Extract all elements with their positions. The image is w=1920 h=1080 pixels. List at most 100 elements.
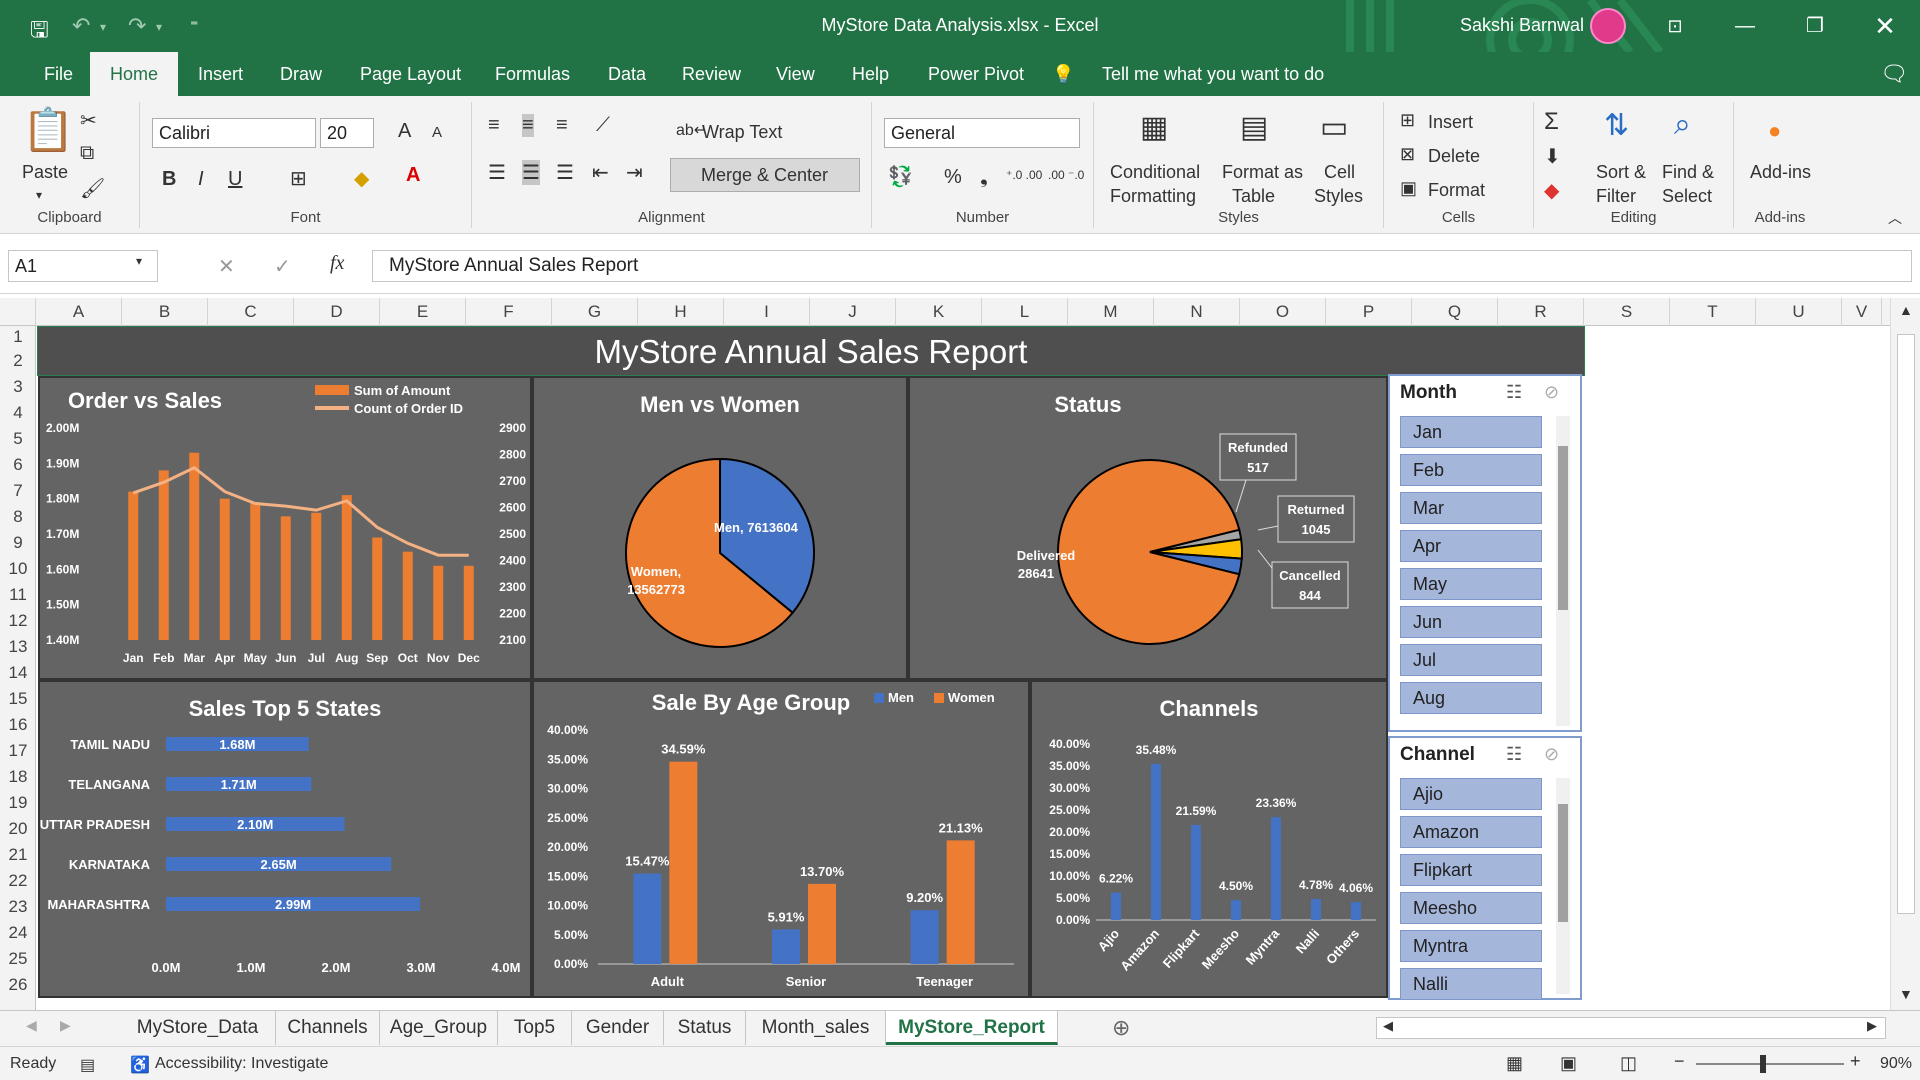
align-top-icon[interactable]: ≡ — [488, 114, 500, 137]
column-header[interactable]: S — [1584, 298, 1670, 326]
conditional-formatting-button-2[interactable]: Formatting — [1110, 186, 1196, 207]
sheet-tab[interactable]: Top5 — [498, 1011, 572, 1045]
fill-icon[interactable]: ⬇ — [1544, 144, 1561, 169]
column-header[interactable]: E — [380, 298, 466, 326]
cut-icon[interactable]: ✂ — [80, 108, 97, 133]
number-format-select[interactable]: General — [884, 118, 1080, 148]
row-header[interactable]: 21 — [0, 842, 36, 868]
paste-button[interactable]: Paste — [22, 162, 68, 183]
scroll-down-icon[interactable]: ▼ — [1899, 986, 1913, 1002]
tab-file[interactable]: File — [24, 52, 93, 96]
row-header[interactable]: 1 — [0, 326, 36, 348]
chart-sales-top5-states[interactable]: Sales Top 5 States TAMIL NADU 1.68M TELANG… — [38, 680, 532, 998]
next-sheet-icon[interactable]: ▶ — [60, 1017, 71, 1034]
zoom-in-button[interactable]: + — [1850, 1051, 1861, 1072]
horizontal-scrollbar[interactable]: ◀ ▶ — [1376, 1017, 1886, 1039]
column-header[interactable]: B — [122, 298, 208, 326]
underline-button[interactable]: U — [228, 168, 242, 191]
bold-button[interactable]: B — [162, 168, 176, 191]
decrease-decimal-button[interactable]: .00 ⁻.0 — [1048, 168, 1084, 182]
row-header[interactable]: 18 — [0, 764, 36, 790]
row-header[interactable]: 6 — [0, 452, 36, 478]
cell-styles-button[interactable]: Cell — [1324, 162, 1355, 183]
sort-filter-button-2[interactable]: Filter — [1596, 186, 1636, 207]
slicer-month-scrollbar[interactable] — [1556, 416, 1570, 726]
row-header[interactable]: 14 — [0, 660, 36, 686]
decrease-indent-icon[interactable]: ⇤ — [592, 160, 609, 185]
tab-data[interactable]: Data — [588, 52, 666, 96]
font-size-select[interactable]: 20 — [320, 118, 374, 148]
accounting-format-icon[interactable]: 💱 — [888, 164, 913, 189]
addins-icon[interactable]: ● — [1768, 118, 1781, 144]
row-header[interactable]: 25 — [0, 946, 36, 972]
tab-page-layout[interactable]: Page Layout — [340, 52, 481, 96]
cell-styles-button-2[interactable]: Styles — [1314, 186, 1363, 207]
row-header[interactable]: 26 — [0, 972, 36, 998]
font-name-select[interactable]: Calibri — [152, 118, 316, 148]
align-middle-icon[interactable]: ≡ — [522, 114, 534, 137]
slicer-month[interactable]: Month ☷ ⊘ Jan Feb Mar Apr May Jun Jul Aug — [1388, 374, 1582, 732]
slicer-item-month[interactable]: Mar — [1400, 492, 1542, 524]
slicer-item-month[interactable]: Aug — [1400, 682, 1542, 714]
fill-color-icon[interactable]: ◆ — [354, 166, 369, 191]
row-header[interactable]: 23 — [0, 894, 36, 920]
save-icon[interactable]: 🖫 — [30, 13, 49, 51]
format-as-table-icon[interactable]: ▤ — [1240, 110, 1268, 145]
sort-filter-icon[interactable]: ⇅ — [1604, 108, 1629, 143]
ribbon-display-icon[interactable]: ⊡ — [1655, 8, 1695, 44]
row-header[interactable]: 15 — [0, 686, 36, 712]
row-header[interactable]: 4 — [0, 400, 36, 426]
new-sheet-icon[interactable]: ⊕ — [1112, 1015, 1130, 1041]
paste-dropdown-icon[interactable]: ▾ — [36, 188, 42, 202]
wrap-text-button[interactable]: Wrap Text — [702, 122, 782, 143]
report-title[interactable]: MyStore Annual Sales Report — [37, 326, 1585, 376]
find-select-icon[interactable]: ⌕ — [1674, 108, 1691, 142]
tab-insert[interactable]: Insert — [178, 52, 263, 96]
column-header[interactable]: N — [1154, 298, 1240, 326]
row-header[interactable]: 22 — [0, 868, 36, 894]
accessibility-status[interactable]: Accessibility: Investigate — [155, 1055, 328, 1073]
vertical-scrollbar[interactable]: ▲ ▼ — [1890, 298, 1920, 1010]
slicer-item-channel[interactable]: Amazon — [1400, 816, 1542, 848]
tab-review[interactable]: Review — [662, 52, 761, 96]
tab-help[interactable]: Help — [832, 52, 909, 96]
column-header[interactable]: U — [1756, 298, 1842, 326]
copy-icon[interactable]: ⧉ — [80, 142, 94, 165]
slicer-item-month[interactable]: Jan — [1400, 416, 1542, 448]
comments-icon[interactable]: 🗨 — [1860, 52, 1920, 96]
grow-font-button[interactable]: A — [398, 120, 411, 143]
accessibility-icon[interactable]: ♿ — [130, 1055, 150, 1075]
minimize-icon[interactable]: — — [1725, 8, 1765, 44]
font-color-icon[interactable]: A — [406, 164, 420, 187]
user-name[interactable]: Sakshi Barnwal — [1460, 15, 1584, 36]
zoom-level[interactable]: 90% — [1880, 1055, 1912, 1073]
undo-dropdown-icon[interactable]: ▾ — [100, 20, 106, 34]
worksheet-grid[interactable]: MyStore Annual Sales Report Order vs Sal… — [36, 326, 1890, 1010]
column-header[interactable]: I — [724, 298, 810, 326]
row-header[interactable]: 3 — [0, 374, 36, 400]
sheet-tab[interactable]: Gender — [572, 1011, 664, 1045]
sheet-tab[interactable]: MyStore_Data — [120, 1011, 276, 1045]
row-header[interactable]: 12 — [0, 608, 36, 634]
align-left-icon[interactable]: ☰ — [488, 160, 506, 185]
sheet-tab[interactable]: Month_sales — [746, 1011, 886, 1045]
merge-center-button[interactable]: Merge & Center — [670, 158, 860, 192]
chart-order-vs-sales[interactable]: Order vs Sales Sum of Amount Count of Or… — [38, 376, 532, 680]
slicer-month-scroll-thumb[interactable] — [1558, 446, 1568, 610]
conditional-formatting-button[interactable]: Conditional — [1110, 162, 1200, 183]
increase-indent-icon[interactable]: ⇥ — [626, 160, 643, 185]
row-header[interactable]: 9 — [0, 530, 36, 556]
scroll-up-icon[interactable]: ▲ — [1899, 302, 1913, 318]
row-header[interactable]: 16 — [0, 712, 36, 738]
insert-cells-button[interactable]: Insert — [1428, 112, 1473, 133]
scroll-left-icon[interactable]: ◀ — [1383, 1018, 1393, 1034]
slicer-item-channel[interactable]: Flipkart — [1400, 854, 1542, 886]
column-header[interactable]: L — [982, 298, 1068, 326]
chart-channels[interactable]: Channels 0.00% 5.00% 10.00% 15.00% 20.00% 25.… — [1030, 680, 1388, 998]
slicer-item-month[interactable]: Feb — [1400, 454, 1542, 486]
column-header[interactable]: K — [896, 298, 982, 326]
column-header[interactable]: Q — [1412, 298, 1498, 326]
zoom-slider-thumb[interactable] — [1760, 1055, 1766, 1073]
chart-sale-by-age[interactable]: Sale By Age Group Men Women 0.00% 5.00% 10… — [532, 680, 1030, 998]
slicer-item-month[interactable]: Jun — [1400, 606, 1542, 638]
